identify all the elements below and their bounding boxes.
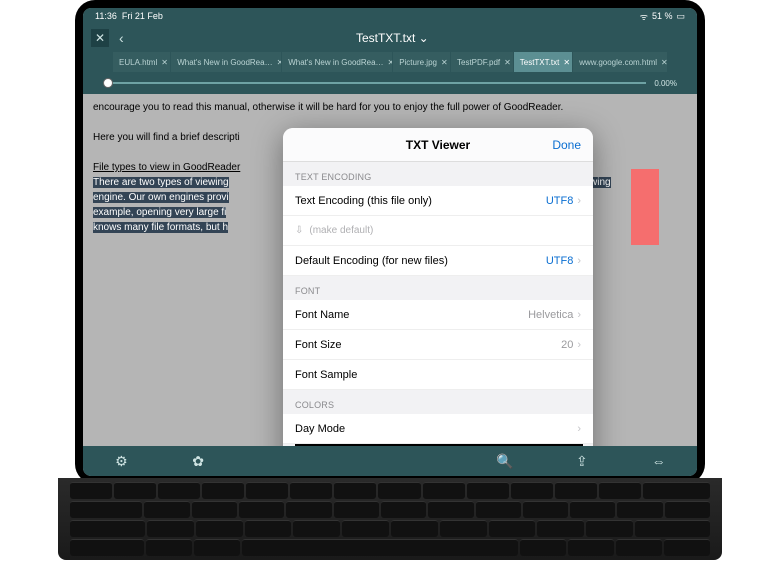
row-value: Helvetica bbox=[528, 309, 573, 321]
tab-testtxt[interactable]: TestTXT.txt✕ bbox=[514, 52, 572, 72]
popover-header: TXT Viewer Done bbox=[283, 128, 593, 162]
row-default-encoding[interactable]: Default Encoding (for new files) UTF8 › bbox=[283, 246, 593, 276]
toolbar-share-button[interactable]: ⇪ bbox=[567, 453, 597, 470]
toolbar-search-button[interactable]: 🔍 bbox=[490, 453, 520, 470]
slider-value: 0.00% bbox=[654, 79, 677, 88]
chevron-right-icon: › bbox=[577, 339, 581, 351]
done-button[interactable]: Done bbox=[552, 138, 581, 152]
tab-close-icon[interactable]: ✕ bbox=[504, 58, 511, 67]
tab-whatsnew-2[interactable]: What's New in GoodRea…✕ bbox=[282, 52, 392, 72]
row-label: Day Mode bbox=[295, 423, 573, 435]
row-value: UTF8 bbox=[546, 195, 574, 207]
tab-close-icon[interactable]: ✕ bbox=[161, 58, 168, 67]
row-value: 20 bbox=[561, 339, 573, 351]
section-header-colors: COLORS bbox=[283, 390, 593, 414]
tab-google[interactable]: www.google.com.html✕ bbox=[573, 52, 667, 72]
chevron-right-icon: › bbox=[577, 309, 581, 321]
highlight-marker bbox=[631, 169, 659, 245]
chevron-right-icon: › bbox=[577, 423, 581, 435]
row-label: Font Size bbox=[295, 339, 561, 351]
section-header-font: FONT bbox=[283, 276, 593, 300]
tab-close-icon[interactable]: ✕ bbox=[563, 58, 570, 67]
row-label: Text Encoding (this file only) bbox=[295, 195, 546, 207]
tab-picture[interactable]: Picture.jpg✕ bbox=[393, 52, 450, 72]
chevron-right-icon: › bbox=[577, 255, 581, 267]
chevron-down-icon: ⌄ bbox=[419, 31, 429, 45]
row-label: Font Name bbox=[295, 309, 528, 321]
status-bar: 11:36 Fri 21 Feb ᯤ 51 % ▭ bbox=[83, 8, 697, 24]
tab-whatsnew-1[interactable]: What's New in GoodRea…✕ bbox=[171, 52, 281, 72]
tab-close-icon[interactable]: ✕ bbox=[388, 58, 393, 67]
row-label: Default Encoding (for new files) bbox=[295, 255, 546, 267]
back-button[interactable]: ‹ bbox=[119, 30, 124, 46]
popover-title: TXT Viewer bbox=[406, 138, 470, 152]
doc-line: encourage you to read this manual, other… bbox=[93, 100, 687, 115]
row-label: (make default) bbox=[309, 225, 373, 236]
screen: 11:36 Fri 21 Feb ᯤ 51 % ▭ ✕ ‹ TestTXT.tx… bbox=[83, 8, 697, 476]
status-date: Fri 21 Feb bbox=[122, 11, 163, 21]
close-button[interactable]: ✕ bbox=[91, 29, 109, 47]
tab-testpdf[interactable]: TestPDF.pdf✕ bbox=[451, 52, 513, 72]
keyboard bbox=[58, 478, 722, 560]
status-time: 11:36 bbox=[95, 11, 117, 21]
tab-close-icon[interactable]: ✕ bbox=[277, 58, 282, 67]
navigation-bar: ✕ ‹ TestTXT.txt ⌄ bbox=[83, 24, 697, 52]
chevron-right-icon: › bbox=[577, 195, 581, 207]
txt-viewer-popover: TXT Viewer Done TEXT ENCODING Text Encod… bbox=[283, 128, 593, 476]
tab-close-icon[interactable]: ✕ bbox=[661, 58, 667, 67]
section-header-encoding: TEXT ENCODING bbox=[283, 162, 593, 186]
nav-title[interactable]: TestTXT.txt ⌄ bbox=[134, 31, 651, 45]
row-font-sample: Font Sample bbox=[283, 360, 593, 390]
row-value: UTF8 bbox=[546, 255, 574, 267]
tab-close-icon[interactable]: ✕ bbox=[441, 58, 448, 67]
row-font-size[interactable]: Font Size 20 › bbox=[283, 330, 593, 360]
tab-eula[interactable]: EULA.html✕ bbox=[113, 52, 170, 72]
toolbar-expand-button[interactable]: ⇔ bbox=[644, 453, 674, 469]
bottom-toolbar: ⚙ ✿ 🔍 ⇪ ⇔ bbox=[83, 446, 697, 476]
slider-thumb[interactable] bbox=[103, 78, 113, 88]
wifi-icon: ᯤ bbox=[640, 10, 648, 23]
row-make-default[interactable]: ⇩ (make default) bbox=[283, 216, 593, 246]
row-day-mode[interactable]: Day Mode › bbox=[283, 414, 593, 444]
tab-bar: EULA.html✕ What's New in GoodRea…✕ What'… bbox=[83, 52, 697, 72]
toolbar-settings-button[interactable]: ⚙ bbox=[106, 453, 136, 470]
row-text-encoding[interactable]: Text Encoding (this file only) UTF8 › bbox=[283, 186, 593, 216]
battery-label: 51 % bbox=[652, 11, 673, 21]
pin-icon: ⇩ bbox=[295, 225, 303, 236]
toolbar-gear-button[interactable]: ✿ bbox=[183, 453, 213, 470]
row-label: Font Sample bbox=[295, 369, 581, 381]
row-font-name[interactable]: Font Name Helvetica › bbox=[283, 300, 593, 330]
slider-track[interactable] bbox=[103, 82, 646, 84]
progress-slider[interactable]: 0.00% bbox=[83, 72, 697, 94]
ipad-frame: 11:36 Fri 21 Feb ᯤ 51 % ▭ ✕ ‹ TestTXT.tx… bbox=[75, 0, 705, 484]
battery-icon: ▭ bbox=[676, 11, 685, 22]
